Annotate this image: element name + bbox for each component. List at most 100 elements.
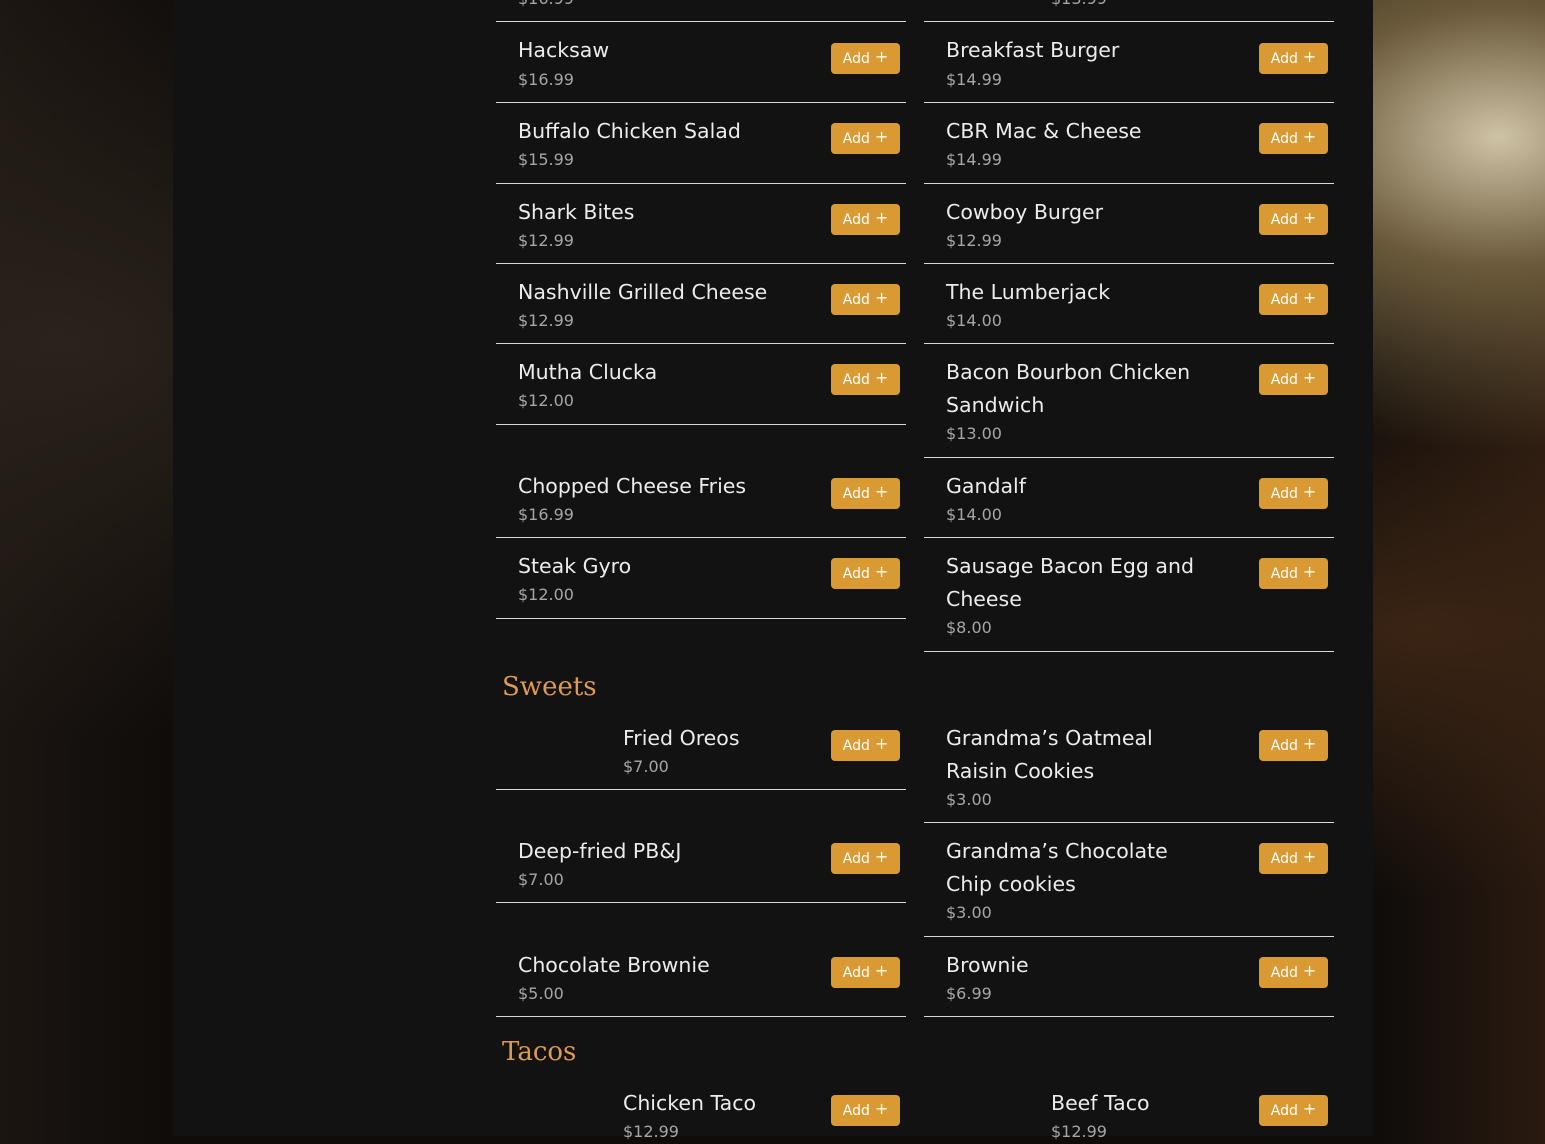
menu-item: Brownie $6.99 Add + — [924, 937, 1334, 1017]
section-title-sweets: Sweets — [502, 672, 597, 702]
section-title-tacos: Tacos — [502, 1037, 577, 1067]
plus-icon: + — [1302, 47, 1317, 66]
plus-icon: + — [1302, 127, 1317, 146]
plus-icon: + — [874, 47, 889, 66]
menu-item: The Lumberjack $14.00 Add + — [924, 264, 1334, 344]
menu-item: Breakfast Burger $14.99 Add + — [924, 22, 1334, 103]
add-button[interactable]: Add + — [831, 123, 900, 154]
menu-item: Shark Bites $12.99 Add + — [496, 184, 906, 264]
add-button[interactable]: Add + — [1259, 478, 1328, 509]
add-button[interactable]: Add + — [1259, 730, 1328, 761]
add-button[interactable]: Add + — [831, 43, 900, 74]
item-price: $12.99 — [623, 1122, 679, 1141]
menu-item: Gandalf $14.00 Add + — [924, 458, 1334, 538]
add-button[interactable]: Add + — [831, 558, 900, 589]
item-price: $12.99 — [946, 231, 1002, 250]
plus-icon: + — [874, 562, 889, 581]
add-button[interactable]: Add + — [1259, 1095, 1328, 1126]
item-price: $5.00 — [518, 984, 564, 1003]
menu-item: Fried Oreos $7.00 Add + — [496, 710, 906, 790]
plus-icon: + — [1302, 847, 1317, 866]
item-price: $14.99 — [946, 150, 1002, 169]
add-button[interactable]: Add + — [831, 730, 900, 761]
item-price: $16.99 — [518, 0, 574, 8]
menu-item: Bacon Bourbon Chicken Sandwich $13.00 Ad… — [924, 344, 1334, 458]
item-name: Grandma’s Chocolate Chip cookies — [946, 839, 1168, 896]
add-button[interactable]: Add + — [831, 843, 900, 874]
add-button[interactable]: Add + — [1259, 43, 1328, 74]
plus-icon: + — [1302, 208, 1317, 227]
item-price: $16.99 — [518, 505, 574, 524]
item-price: $13.00 — [946, 424, 1002, 443]
menu-item: CBR Mac & Cheese $14.99 Add + — [924, 103, 1334, 184]
add-button[interactable]: Add + — [1259, 364, 1328, 395]
item-name: Shark Bites — [518, 200, 635, 224]
plus-icon: + — [874, 288, 889, 307]
menu-item: Chocolate Brownie $5.00 Add + — [496, 937, 906, 1017]
add-button[interactable]: Add + — [831, 957, 900, 988]
item-price: $12.99 — [518, 311, 574, 330]
item-name: Grandma’s Oatmeal Raisin Cookies — [946, 726, 1153, 783]
add-button[interactable]: Add + — [831, 1095, 900, 1126]
item-price: $6.99 — [946, 984, 992, 1003]
plus-icon: + — [1302, 482, 1317, 501]
item-name: Gandalf — [946, 474, 1026, 498]
add-button[interactable]: Add + — [831, 364, 900, 395]
item-price: $12.99 — [518, 231, 574, 250]
menu-item: Grandma’s Chocolate Chip cookies $3.00 A… — [924, 823, 1334, 937]
item-name: Breakfast Burger — [946, 38, 1120, 62]
item-name: The Lumberjack — [946, 280, 1111, 304]
add-button[interactable]: Add + — [831, 284, 900, 315]
plus-icon: + — [874, 482, 889, 501]
item-price: $16.99 — [518, 70, 574, 89]
item-name: Chopped Cheese Fries — [518, 474, 747, 498]
item-name: Bacon Bourbon Chicken Sandwich — [946, 360, 1191, 417]
add-button[interactable]: Add + — [1259, 957, 1328, 988]
plus-icon: + — [874, 208, 889, 227]
item-price: $14.00 — [946, 311, 1002, 330]
menu-item: Hacksaw $16.99 Add + — [496, 22, 906, 103]
item-price: $7.00 — [623, 757, 669, 776]
menu-item: Nashville Grilled Cheese $12.99 Add + — [496, 264, 906, 344]
item-price: $14.99 — [946, 70, 1002, 89]
item-name: Sausage Bacon Egg and Cheese — [946, 554, 1194, 611]
item-name: Mutha Clucka — [518, 360, 658, 384]
item-price: $8.00 — [946, 618, 992, 637]
add-button[interactable]: Add + — [1259, 123, 1328, 154]
item-price: $7.00 — [518, 870, 564, 889]
add-button[interactable]: Add + — [831, 204, 900, 235]
plus-icon: + — [874, 961, 889, 980]
item-price: $3.00 — [946, 790, 992, 809]
menu-item: Grandma’s Oatmeal Raisin Cookies $3.00 A… — [924, 710, 1334, 823]
plus-icon: + — [1302, 368, 1317, 387]
add-button[interactable]: Add + — [1259, 204, 1328, 235]
item-price: $12.99 — [1051, 1122, 1107, 1141]
plus-icon: + — [1302, 562, 1317, 581]
item-price: $12.00 — [518, 585, 574, 604]
add-button[interactable]: Add + — [1259, 284, 1328, 315]
menu-item: Beef Taco $12.99 Add + — [924, 1075, 1334, 1144]
menu-item: Cowboy Burger $12.99 Add + — [924, 184, 1334, 264]
add-button[interactable]: Add + — [1259, 558, 1328, 589]
plus-icon: + — [874, 368, 889, 387]
item-name: Brownie — [946, 953, 1029, 977]
item-name: Steak Gyro — [518, 554, 632, 578]
plus-icon: + — [1302, 288, 1317, 307]
menu-item: Chopped Cheese Fries $16.99 Add + — [496, 458, 906, 538]
add-button[interactable]: Add + — [831, 478, 900, 509]
plus-icon: + — [1302, 961, 1317, 980]
menu-item: Deep-fried PB&J $7.00 Add + — [496, 823, 906, 903]
item-name: Chocolate Brownie — [518, 953, 710, 977]
add-button[interactable]: Add + — [1259, 843, 1328, 874]
menu-item: Steak Gyro $12.00 Add + — [496, 538, 906, 619]
item-name: CBR Mac & Cheese — [946, 119, 1142, 143]
item-name: Nashville Grilled Cheese — [518, 280, 768, 304]
item-price: $13.99 — [1051, 0, 1107, 8]
item-price: $12.00 — [518, 391, 574, 410]
menu-item: Buffalo Chicken Salad $15.99 Add + — [496, 103, 906, 184]
item-name: Cowboy Burger — [946, 200, 1104, 224]
item-price: $15.99 — [518, 150, 574, 169]
item-price: $3.00 — [946, 903, 992, 922]
item-name: Hacksaw — [518, 38, 610, 62]
plus-icon: + — [874, 1099, 889, 1118]
